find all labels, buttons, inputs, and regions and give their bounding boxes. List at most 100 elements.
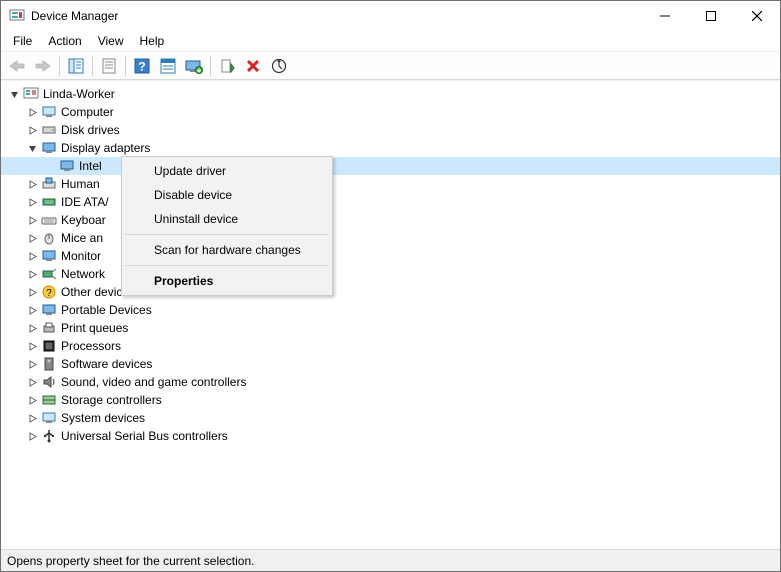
tree-twisty-expand[interactable]: [25, 267, 39, 281]
toolbar-divider: [210, 56, 211, 76]
tree-category[interactable]: Print queues: [1, 319, 780, 337]
tree-category-label: Universal Serial Bus controllers: [61, 429, 228, 443]
tree-category[interactable]: Monitor: [1, 247, 780, 265]
tree-category[interactable]: Disk drives: [1, 121, 780, 139]
category-icon: [41, 374, 57, 390]
tree-category[interactable]: Keyboar: [1, 211, 780, 229]
context-menu-item[interactable]: Disable device: [124, 183, 330, 207]
tree-twisty-expand[interactable]: [25, 231, 39, 245]
toolbar-divider: [92, 56, 93, 76]
tree-category[interactable]: Processors: [1, 337, 780, 355]
back-button[interactable]: [5, 54, 29, 78]
action-button[interactable]: [156, 54, 180, 78]
tree-category[interactable]: Human: [1, 175, 780, 193]
svg-text:?: ?: [46, 288, 52, 299]
category-icon: [41, 428, 57, 444]
tree-category-label: Print queues: [61, 321, 128, 335]
tree-category-label: Portable Devices: [61, 303, 152, 317]
device-icon: [59, 158, 75, 174]
tree-twisty-expand[interactable]: [25, 123, 39, 137]
tree-twisty-expand[interactable]: [25, 339, 39, 353]
menu-help[interactable]: Help: [132, 32, 173, 50]
tree-twisty-expand[interactable]: [25, 411, 39, 425]
category-icon: [41, 140, 57, 156]
toolbar-divider: [125, 56, 126, 76]
tree-device[interactable]: Intel: [1, 157, 780, 175]
tree-category-label: IDE ATA/: [61, 195, 109, 209]
tree-category[interactable]: System devices: [1, 409, 780, 427]
context-menu-item[interactable]: Scan for hardware changes: [124, 238, 330, 262]
category-icon: [41, 212, 57, 228]
category-icon: ?: [41, 284, 57, 300]
tree-twisty-expand[interactable]: [25, 213, 39, 227]
properties-button[interactable]: [97, 54, 121, 78]
menu-file[interactable]: File: [5, 32, 40, 50]
tree-category[interactable]: Storage controllers: [1, 391, 780, 409]
tree-root[interactable]: Linda-Worker: [1, 85, 780, 103]
category-icon: [41, 230, 57, 246]
tree-twisty-expand[interactable]: [25, 249, 39, 263]
scan-hardware-button[interactable]: [267, 54, 291, 78]
context-menu-item[interactable]: Update driver: [124, 159, 330, 183]
tree-twisty-collapse[interactable]: [25, 141, 39, 155]
tree-category[interactable]: IDE ATA/: [1, 193, 780, 211]
enable-device-button[interactable]: [215, 54, 239, 78]
tree-category[interactable]: Computer: [1, 103, 780, 121]
tree-twisty-expand[interactable]: [25, 321, 39, 335]
category-icon: [41, 248, 57, 264]
device-manager-window: Device Manager File Action View Help: [0, 0, 781, 572]
forward-button[interactable]: [31, 54, 55, 78]
category-icon: [41, 320, 57, 336]
tree-category-label: Keyboar: [61, 213, 106, 227]
show-hide-tree-button[interactable]: [64, 54, 88, 78]
tree-category[interactable]: ?Other devices: [1, 283, 780, 301]
category-icon: [41, 122, 57, 138]
menu-view[interactable]: View: [90, 32, 132, 50]
tree-category[interactable]: Universal Serial Bus controllers: [1, 427, 780, 445]
tree-twisty-expand[interactable]: [25, 195, 39, 209]
tree-twisty-expand[interactable]: [25, 285, 39, 299]
toolbar-divider: [59, 56, 60, 76]
tree-root-label: Linda-Worker: [43, 87, 115, 101]
tree-category[interactable]: Mice an: [1, 229, 780, 247]
tree-twisty-expand[interactable]: [25, 303, 39, 317]
svg-text:?: ?: [138, 59, 145, 73]
minimize-button[interactable]: [642, 1, 688, 31]
tree-twisty-expand[interactable]: [25, 393, 39, 407]
status-text: Opens property sheet for the current sel…: [7, 554, 254, 568]
tree-twisty-expand[interactable]: [25, 429, 39, 443]
category-icon: [41, 410, 57, 426]
tree-twisty-expand[interactable]: [25, 357, 39, 371]
tree-category[interactable]: Portable Devices: [1, 301, 780, 319]
menubar: File Action View Help: [1, 31, 780, 52]
context-menu-separator: [125, 265, 329, 266]
context-menu-item[interactable]: Properties: [124, 269, 330, 293]
tree-category-label: Storage controllers: [61, 393, 162, 407]
menu-action[interactable]: Action: [40, 32, 89, 50]
tree-device-label: Intel: [79, 159, 102, 173]
titlebar: Device Manager: [1, 1, 780, 31]
tree-twisty-expand[interactable]: [25, 375, 39, 389]
help-button[interactable]: ?: [130, 54, 154, 78]
uninstall-device-button[interactable]: [241, 54, 265, 78]
tree-category[interactable]: Software devices: [1, 355, 780, 373]
tree-category[interactable]: Network: [1, 265, 780, 283]
tree-twisty-expand[interactable]: [25, 177, 39, 191]
context-menu-item[interactable]: Uninstall device: [124, 207, 330, 231]
tree-twisty-none: [43, 159, 57, 173]
tree-category[interactable]: Display adapters: [1, 139, 780, 157]
device-tree-pane[interactable]: Linda-Worker Computer Disk drives Display a…: [1, 80, 780, 549]
tree-category-label: Software devices: [61, 357, 152, 371]
close-button[interactable]: [734, 1, 780, 31]
maximize-button[interactable]: [688, 1, 734, 31]
tree-category[interactable]: Sound, video and game controllers: [1, 373, 780, 391]
category-icon: [41, 392, 57, 408]
tree-twisty-collapse[interactable]: [7, 87, 21, 101]
toolbar: ?: [1, 52, 780, 80]
update-driver-button[interactable]: [182, 54, 206, 78]
tree-category-label: Display adapters: [61, 141, 150, 155]
tree-category-label: System devices: [61, 411, 145, 425]
context-menu: Update driverDisable deviceUninstall dev…: [121, 156, 333, 296]
tree-category-label: Disk drives: [61, 123, 120, 137]
tree-twisty-expand[interactable]: [25, 105, 39, 119]
